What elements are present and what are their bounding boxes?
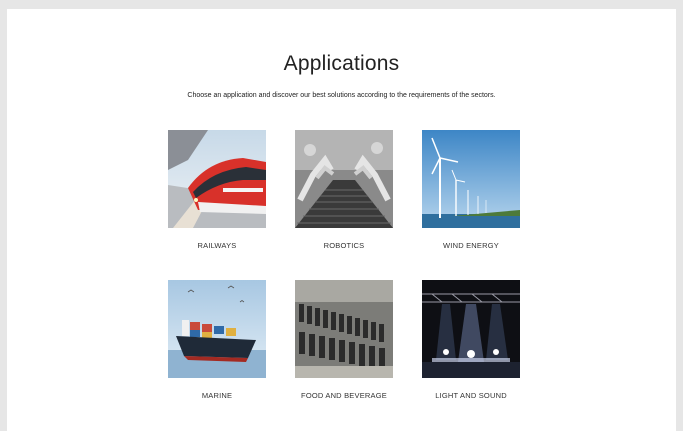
application-label-railways[interactable]: RAILWAYS [148,241,286,250]
application-card-food-and-beverage[interactable]: FOOD AND BEVERAGE [295,280,393,400]
page-subtitle: Choose an application and discover our b… [187,92,496,99]
wind-energy-image[interactable] [422,130,520,228]
application-card-light-and-sound[interactable]: LIGHT AND SOUND [422,280,520,400]
food-and-beverage-image[interactable] [295,280,393,378]
light-and-sound-image[interactable] [422,280,520,378]
application-label-food-and-beverage[interactable]: FOOD AND BEVERAGE [275,391,413,400]
page-container: Applications Choose an application and d… [7,9,676,431]
application-label-marine[interactable]: MARINE [148,391,286,400]
application-label-robotics[interactable]: ROBOTICS [275,241,413,250]
application-card-robotics[interactable]: ROBOTICS [295,130,393,250]
page-title: Applications [283,52,400,75]
railways-image[interactable] [168,130,266,228]
application-card-railways[interactable]: RAILWAYS [168,130,266,250]
marine-image[interactable] [168,280,266,378]
application-card-marine[interactable]: MARINE [168,280,266,400]
application-label-light-and-sound[interactable]: LIGHT AND SOUND [402,391,540,400]
application-card-wind-energy[interactable]: WIND ENERGY [422,130,520,250]
robotics-image[interactable] [295,130,393,228]
application-label-wind-energy[interactable]: WIND ENERGY [402,241,540,250]
